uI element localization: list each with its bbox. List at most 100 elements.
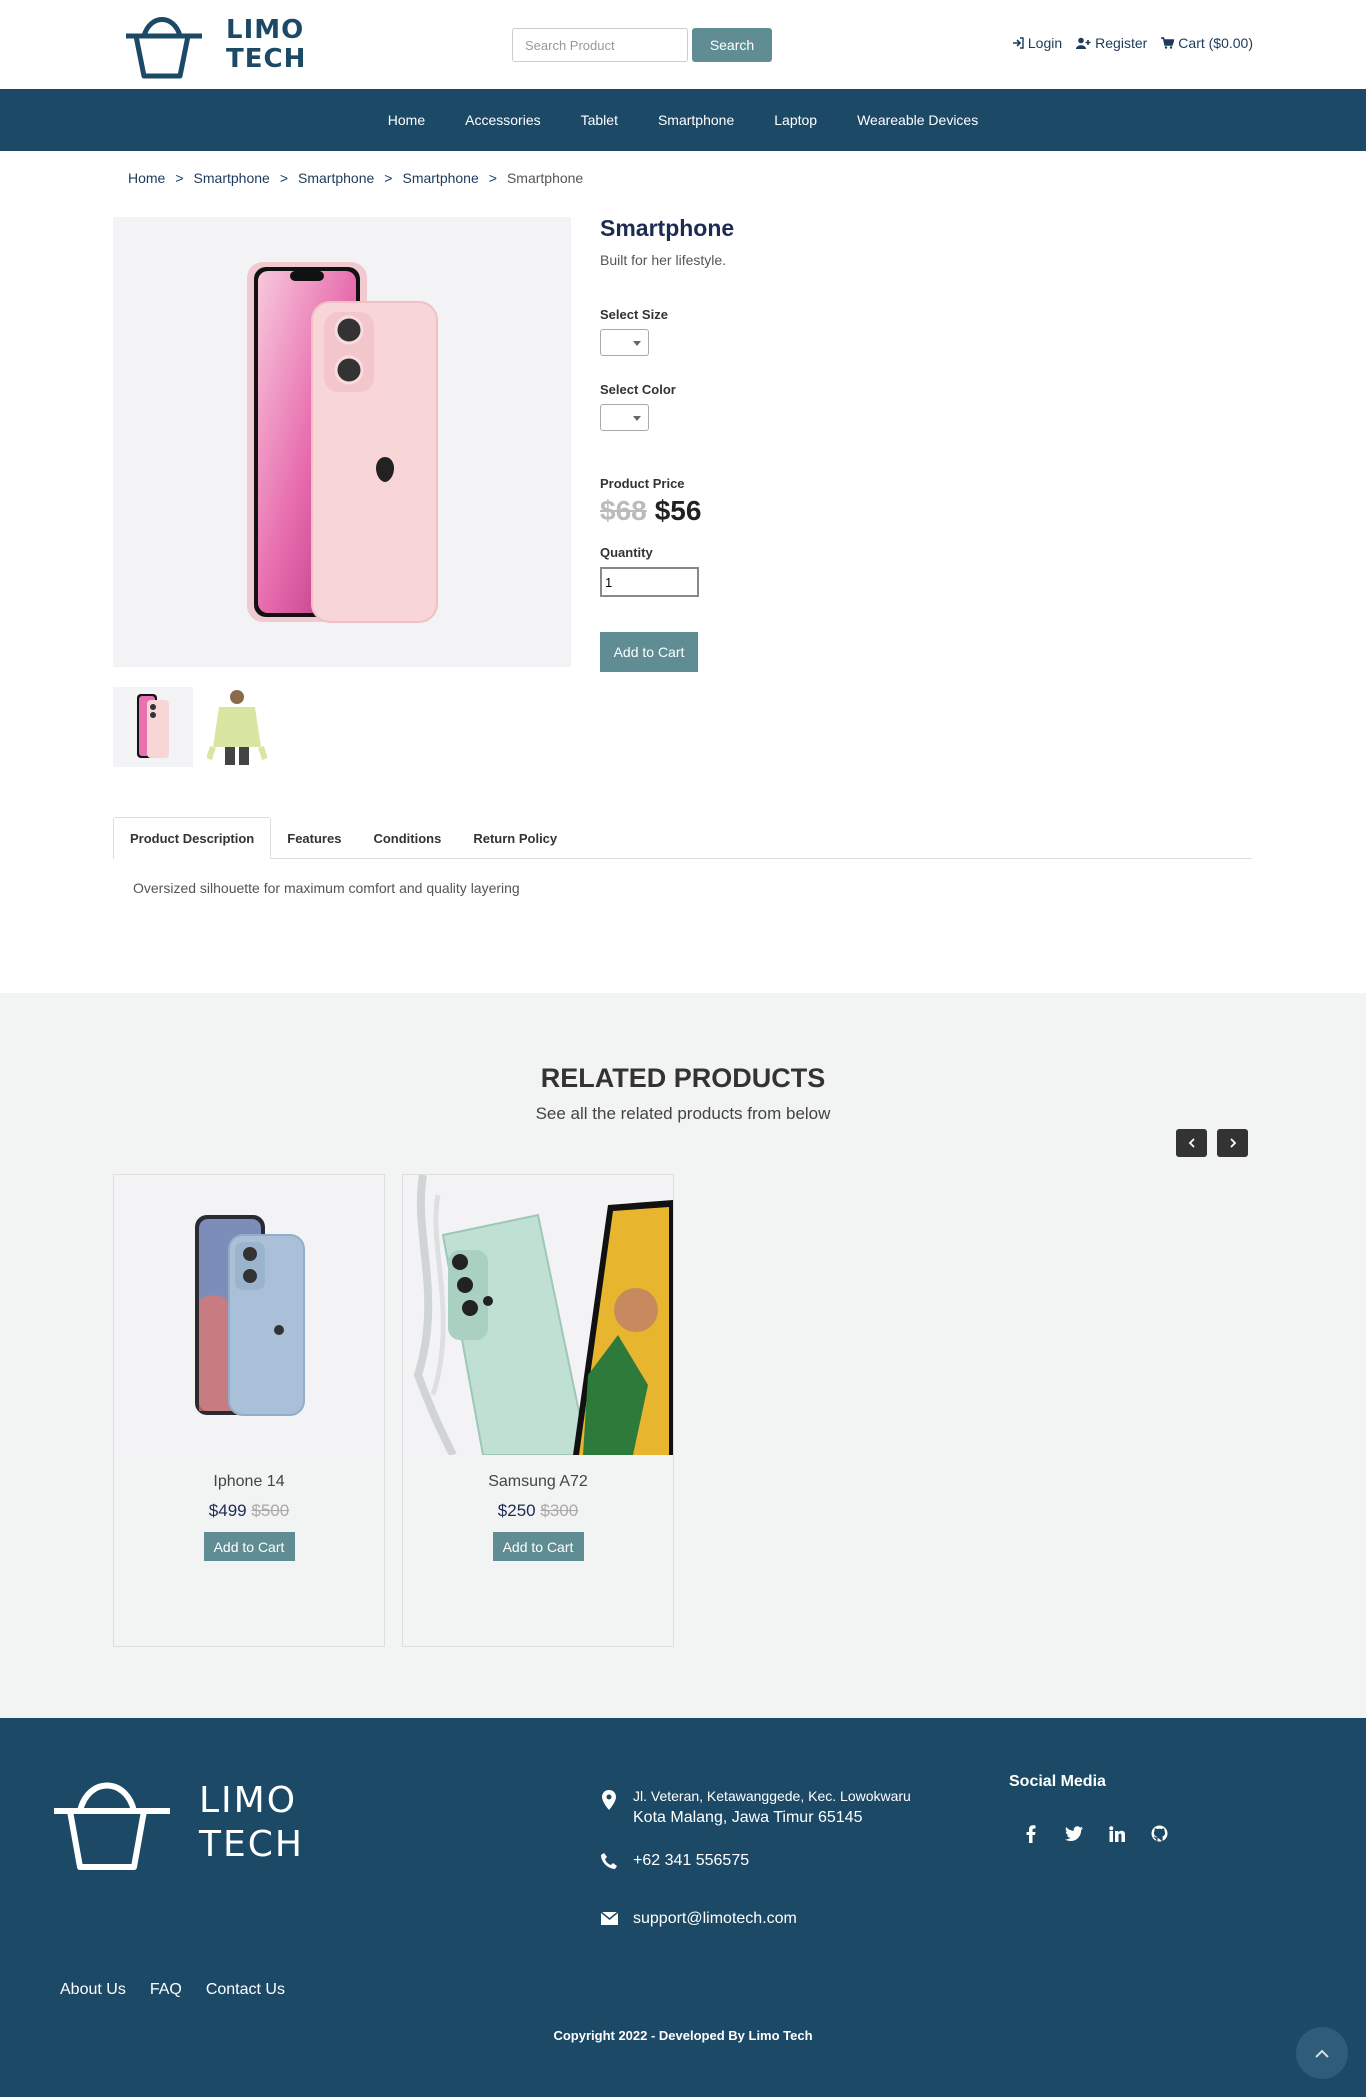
footer-email: support@limotech.com [585,1908,797,1929]
nav-accessories[interactable]: Accessories [465,112,540,128]
phone-icon [601,1853,617,1869]
product-thumbnails [113,687,277,767]
product-card[interactable]: Samsung A72 $250 $300 Add to Cart [402,1174,674,1647]
tab-conditions[interactable]: Conditions [357,817,457,859]
thumbnail-phone[interactable] [113,687,193,767]
breadcrumb-item[interactable]: Smartphone [298,170,374,186]
current-price: $56 [654,495,702,526]
thumbnail-hoodie[interactable] [197,687,277,767]
social-title: Social Media [1009,1773,1106,1790]
price-label: Product Price [600,476,685,491]
register-link[interactable]: Register [1076,35,1147,51]
product-card-name[interactable]: Iphone 14 [114,1473,384,1491]
carousel-next-button[interactable] [1217,1129,1248,1157]
site-header: LIMO TECH Search Login Register Cart ($0… [0,0,1366,89]
tab-content: Oversized silhouette for maximum comfort… [133,880,520,896]
breadcrumb-home[interactable]: Home [128,170,165,186]
nav-laptop[interactable]: Laptop [774,112,817,128]
footer-links: About Us FAQ Contact Us [60,1981,285,1999]
scroll-to-top-button[interactable] [1296,2027,1348,2079]
quantity-label: Quantity [600,545,653,560]
hoodie-thumb [207,690,267,765]
nav-home[interactable]: Home [388,112,425,128]
breadcrumb-separator: > [279,170,289,186]
product-card-name[interactable]: Samsung A72 [403,1473,673,1491]
related-products-section: RELATED PRODUCTS See all the related pro… [0,993,1366,1718]
tab-features[interactable]: Features [271,817,357,859]
product-title: Smartphone [600,215,735,241]
cart-icon [1161,37,1175,49]
color-label: Select Color [600,382,676,397]
nav-tablet[interactable]: Tablet [581,112,618,128]
pink-phone-image [247,262,438,623]
product-card-image[interactable] [114,1175,384,1455]
github-icon[interactable] [1146,1820,1173,1847]
breadcrumb-item[interactable]: Smartphone [194,170,270,186]
product-card-prices: $250 $300 [403,1501,673,1521]
product-main-image[interactable] [113,217,571,667]
login-link[interactable]: Login [1012,35,1062,51]
product-card-prices: $499 $500 [114,1501,384,1521]
footer-link-faq[interactable]: FAQ [150,1981,182,1999]
product-card-old-price: $500 [251,1501,290,1520]
footer-link-about-us[interactable]: About Us [60,1981,126,1999]
product-tagline: Built for her lifestyle. [600,252,727,268]
chevron-left-icon [1188,1138,1195,1148]
envelope-icon [600,1912,618,1925]
breadcrumb-item[interactable]: Smartphone [402,170,478,186]
breadcrumb-separator: > [488,170,497,186]
search-bar: Search [512,28,772,62]
product-card-add-to-cart-button[interactable]: Add to Cart [492,1532,584,1561]
carousel-prev-button[interactable] [1176,1129,1207,1157]
social-media: Social Media [1009,1773,1173,1847]
copyright: Copyright 2022 - Developed By Limo Tech [553,2028,813,2043]
price-row: $68 $56 [600,495,734,527]
chevron-up-icon [1315,2049,1329,2058]
brand-name: LIMO TECH [226,15,307,74]
tab-return-policy[interactable]: Return Policy [457,817,573,859]
phone-number[interactable]: +62 341 556575 [633,1850,749,1871]
product-card[interactable]: Iphone 14 $499 $500 Add to Cart [113,1174,385,1647]
search-button[interactable]: Search [692,28,772,62]
basket-logo-icon [54,1782,170,1870]
nav-wearable-devices[interactable]: Weareable Devices [857,112,978,128]
breadcrumb-separator: > [175,170,184,186]
breadcrumb-separator: > [384,170,393,186]
footer-phone: +62 341 556575 [585,1850,749,1871]
chevron-right-icon [1229,1138,1236,1148]
cart-link[interactable]: Cart ($0.00) [1161,35,1253,51]
footer-logo[interactable]: LIMO TECH [50,1773,304,1873]
old-price: $68 [600,495,647,526]
color-select[interactable] [600,404,649,431]
account-links: Login Register Cart ($0.00) [1012,35,1253,51]
footer-link-contact-us[interactable]: Contact Us [206,1981,285,1999]
basket-logo-icon [126,17,202,79]
related-title: RELATED PRODUCTS [540,1063,826,1093]
search-input[interactable] [512,28,688,62]
size-select[interactable] [600,329,649,356]
pink-phone-thumb [137,694,169,758]
address-line-1: Jl. Veteran, Ketawanggede, Kec. Lowokwar… [633,1788,911,1804]
footer-brand-name: LIMO TECH [199,1780,304,1865]
product-card-old-price: $300 [540,1501,579,1520]
tab-product-description[interactable]: Product Description [113,817,272,859]
twitter-icon[interactable] [1060,1820,1087,1847]
site-footer: LIMO TECH Jl. Veteran, Ketawanggede, Kec… [0,1718,1366,2097]
facebook-icon[interactable] [1017,1820,1044,1847]
iphone-14-image [195,1215,305,1416]
map-marker-icon [602,1790,616,1810]
user-plus-icon [1076,37,1091,49]
brand-logo[interactable]: LIMO TECH [122,10,306,80]
add-to-cart-button[interactable]: Add to Cart [600,632,698,672]
quantity-input[interactable] [600,567,699,597]
email-address[interactable]: support@limotech.com [633,1908,797,1929]
main-nav: Home Accessories Tablet Smartphone Lapto… [0,89,1366,151]
nav-smartphone[interactable]: Smartphone [658,112,734,128]
product-card-image[interactable] [403,1175,673,1455]
product-card-add-to-cart-button[interactable]: Add to Cart [203,1532,295,1561]
linkedin-icon[interactable] [1103,1820,1130,1847]
size-label: Select Size [600,307,668,322]
product-card-price: $499 [208,1501,247,1520]
samsung-a72-image [413,1175,673,1455]
related-subtitle: See all the related products from below [535,1104,831,1123]
